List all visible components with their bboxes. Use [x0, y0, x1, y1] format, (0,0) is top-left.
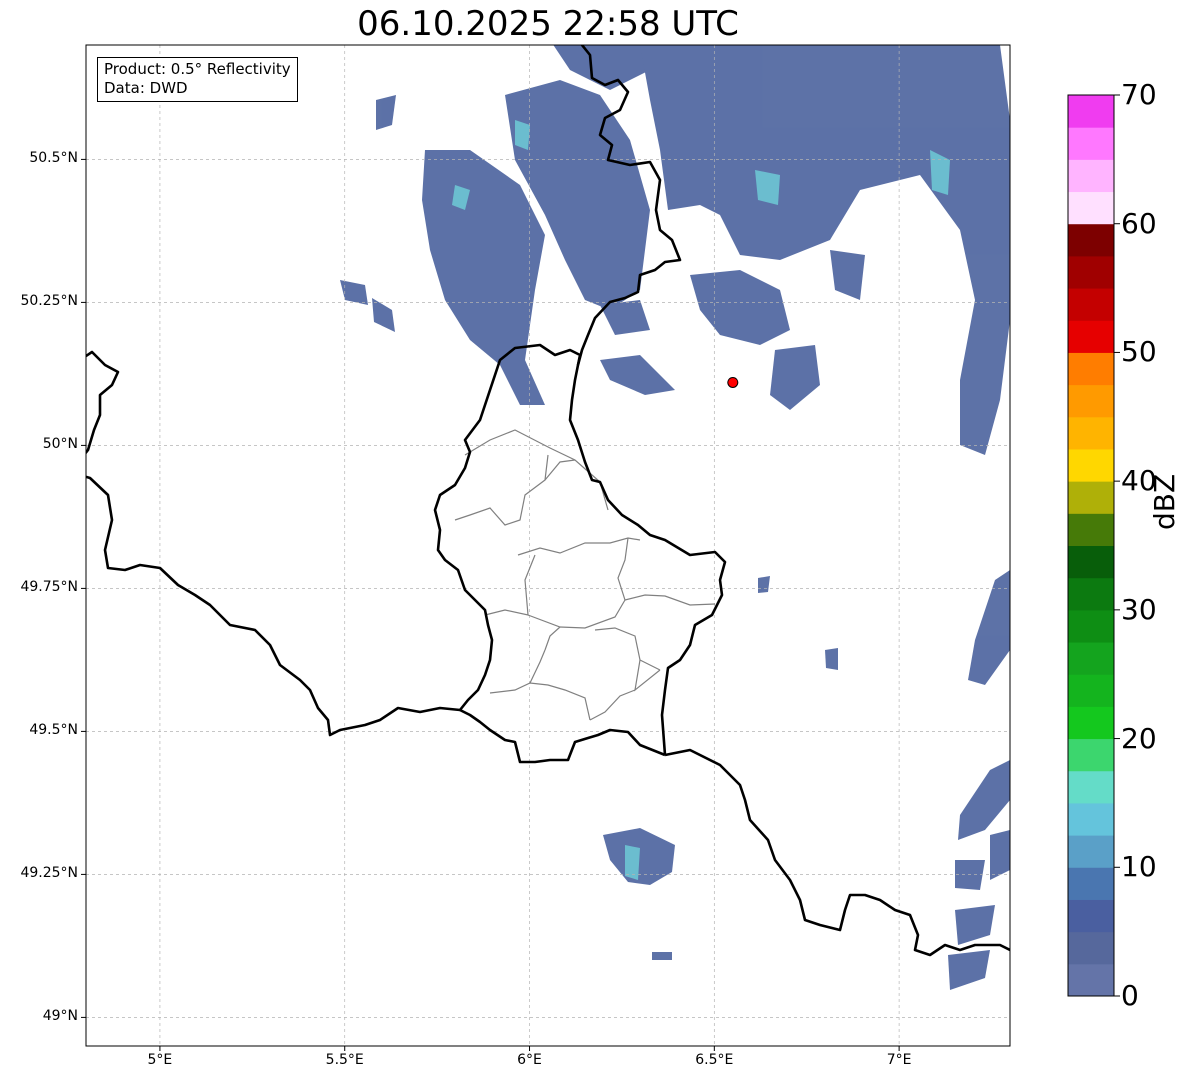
colorbar-bin	[1068, 577, 1114, 611]
colorbar-bin	[1068, 191, 1114, 225]
colorbar-tick-label: 70	[1121, 78, 1157, 111]
lat-tick-label: 49.75°N	[20, 579, 78, 596]
colorbar-tick-label: 0	[1121, 979, 1139, 1012]
colorbar-bin	[1068, 963, 1114, 997]
colorbar-bin	[1068, 931, 1114, 965]
colorbar-tick-label: 30	[1121, 592, 1157, 626]
colorbar-bin	[1068, 95, 1114, 128]
lat-tick-label: 49.5°N	[29, 722, 78, 739]
lat-tick-label: 50.25°N	[20, 293, 78, 310]
colorbar-bin	[1068, 320, 1114, 353]
colorbar-tick-label: 20	[1121, 721, 1157, 755]
colorbar-tick-label: 60	[1121, 206, 1157, 240]
colorbar-bin	[1068, 255, 1114, 289]
lat-tick-label: 50°N	[42, 436, 78, 453]
colorbar-bin	[1068, 770, 1114, 804]
lon-tick-label: 7°E	[886, 1052, 912, 1068]
lon-tick-label: 5°E	[147, 1052, 173, 1068]
colorbar-bin	[1068, 127, 1114, 160]
colorbar-bin	[1068, 352, 1114, 386]
colorbar-bin	[1068, 416, 1114, 450]
colorbar-tick-label: 10	[1121, 850, 1157, 884]
info-data-source: Data: DWD	[104, 79, 188, 97]
colorbar-bin	[1068, 899, 1114, 933]
colorbar-bin	[1068, 384, 1114, 418]
colorbar-bin	[1068, 802, 1114, 836]
colorbar-tick-label: 50	[1121, 335, 1157, 369]
colorbar	[1068, 94, 1120, 997]
colorbar-bin	[1068, 609, 1114, 643]
colorbar-bin	[1068, 223, 1114, 257]
colorbar-bin	[1068, 448, 1114, 482]
colorbar-bin	[1068, 706, 1114, 740]
colorbar-bin	[1068, 288, 1114, 321]
colorbar-title: dBZ	[1148, 473, 1181, 530]
colorbar-bin	[1068, 867, 1114, 900]
lat-tick-label: 50.5°N	[29, 150, 78, 167]
info-product: Product: 0.5° Reflectivity	[104, 60, 291, 78]
colorbar-bin	[1068, 835, 1114, 868]
info-box: Product: 0.5° Reflectivity Data: DWD	[97, 57, 298, 102]
colorbar-bin	[1068, 674, 1114, 707]
lon-tick-label: 5.5°E	[325, 1052, 364, 1068]
colorbar-bin	[1068, 513, 1114, 546]
radar-site-marker	[727, 376, 739, 388]
lon-tick-label: 6.5°E	[695, 1052, 734, 1068]
colorbar-bin	[1068, 545, 1114, 579]
lat-tick-label: 49°N	[42, 1008, 78, 1025]
lon-tick-label: 6°E	[517, 1052, 542, 1068]
colorbar-bin	[1068, 481, 1114, 514]
lat-tick-label: 49.25°N	[20, 865, 78, 882]
colorbar-bin	[1068, 642, 1114, 675]
colorbar-bin	[1068, 159, 1114, 193]
radar-map	[81, 44, 1120, 1051]
colorbar-bin	[1068, 738, 1114, 772]
